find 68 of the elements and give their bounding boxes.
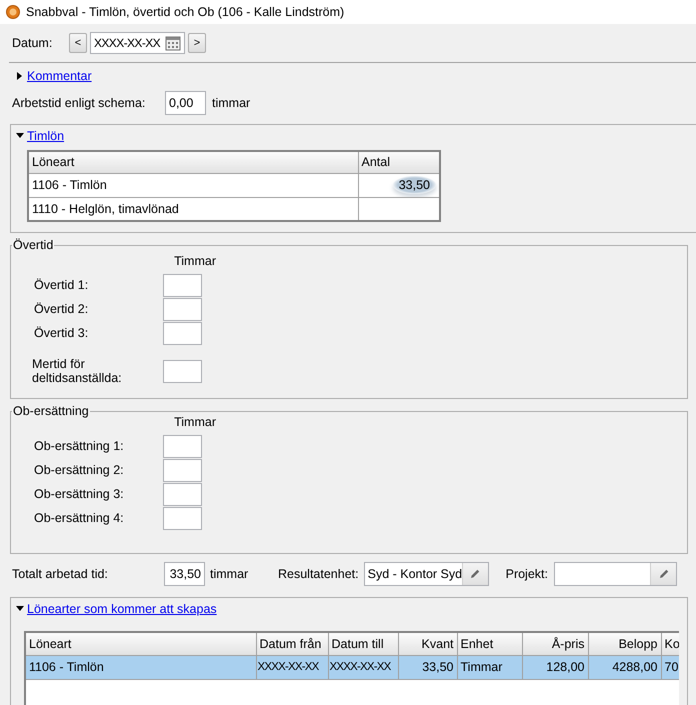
schedule-input[interactable]: 0,00 [165,91,206,115]
section-link[interactable]: Timlön [27,129,64,143]
table-cell: 33,50 [398,655,457,679]
hours-input[interactable] [163,434,202,458]
hours-input[interactable] [163,298,202,320]
field-label: Övertid 2: [33,302,90,316]
column-header[interactable]: Kvant [398,633,457,655]
total-label: Totalt arbetad tid: [12,567,109,581]
project-field[interactable] [554,562,677,586]
hours-input[interactable] [163,322,202,344]
table-cell: 70 [661,655,679,679]
total-hours-input[interactable]: 33,50 [164,562,205,586]
hours-input[interactable] [163,274,202,296]
field-label: Mertid för deltidsanställda: [31,357,123,385]
result-unit-field[interactable]: Syd - Kontor Syd [364,562,489,586]
result-unit-label: Resultatenhet: [278,567,359,581]
hours-input[interactable] [163,506,202,530]
table-cell: 4288,00 [588,655,661,679]
table-cell: 33,50 [358,173,440,197]
column-header[interactable]: Löneart [28,151,358,173]
pencil-icon [658,568,670,580]
column-header[interactable]: Enhet [457,633,522,655]
field-label: Övertid 3: [33,326,90,340]
group-title: Ob-ersättning [12,404,90,418]
column-header[interactable]: Datum till [328,633,398,655]
date-field[interactable]: XXXX-XX-XX [90,32,185,54]
hours-input[interactable] [163,482,202,506]
app-logo-icon [6,5,20,19]
edit-button[interactable] [650,563,676,585]
hours-input[interactable] [163,458,202,482]
field-label: Ob-ersättning 4: [33,511,125,525]
column-header[interactable]: Datum från [256,633,328,655]
group-title: Övertid [12,238,54,252]
table-cell: 128,00 [522,655,588,679]
column-header[interactable]: Å-pris [522,633,588,655]
expand-triangle-icon[interactable] [16,72,24,80]
table-cell: 1110 - Helglön, timavlönad [28,197,358,221]
table-cell: XXXX-XX-XX [328,655,398,679]
column-header[interactable]: Ko [661,633,679,655]
field-label: Övertid 1: [33,278,90,292]
pencil-icon [469,568,482,580]
edit-button[interactable] [462,563,488,585]
table-cell: XXXX-XX-XX [256,655,328,679]
field-label: Ob-ersättning 3: [33,487,125,501]
next-date-button[interactable]: > [188,33,206,53]
hours-input[interactable] [163,360,202,382]
field-label: Ob-ersättning 1: [33,439,125,453]
column-label: Timmar [174,415,216,429]
previous-date-button[interactable]: < [69,33,87,53]
table-cell: 1106 - Timlön [28,173,358,197]
comment-link[interactable]: Kommentar [27,69,92,83]
date-label: Datum: [12,36,54,50]
table-cell: Timmar [457,655,522,679]
project-label: Projekt: [506,567,548,581]
calendar-icon[interactable] [164,34,182,52]
table-cell: 1106 - Timlön [26,655,256,679]
field-label: Ob-ersättning 2: [33,463,125,477]
schedule-label: Arbetstid enligt schema: [12,96,146,110]
section-link[interactable]: Lönearter som kommer att skapas [27,602,217,616]
collapse-triangle-icon[interactable] [16,132,24,140]
unit-label: timmar [210,567,250,581]
column-label: Timmar [174,254,216,268]
column-header[interactable]: Antal [358,151,440,173]
window-title: Snabbval - Timlön, övertid och Ob (106 - Kalle Lindström) [26,5,344,19]
column-header[interactable]: Belopp [588,633,661,655]
column-header[interactable]: Löneart [26,633,256,655]
collapse-triangle-icon[interactable] [16,605,24,613]
unit-label: timmar [212,96,250,110]
